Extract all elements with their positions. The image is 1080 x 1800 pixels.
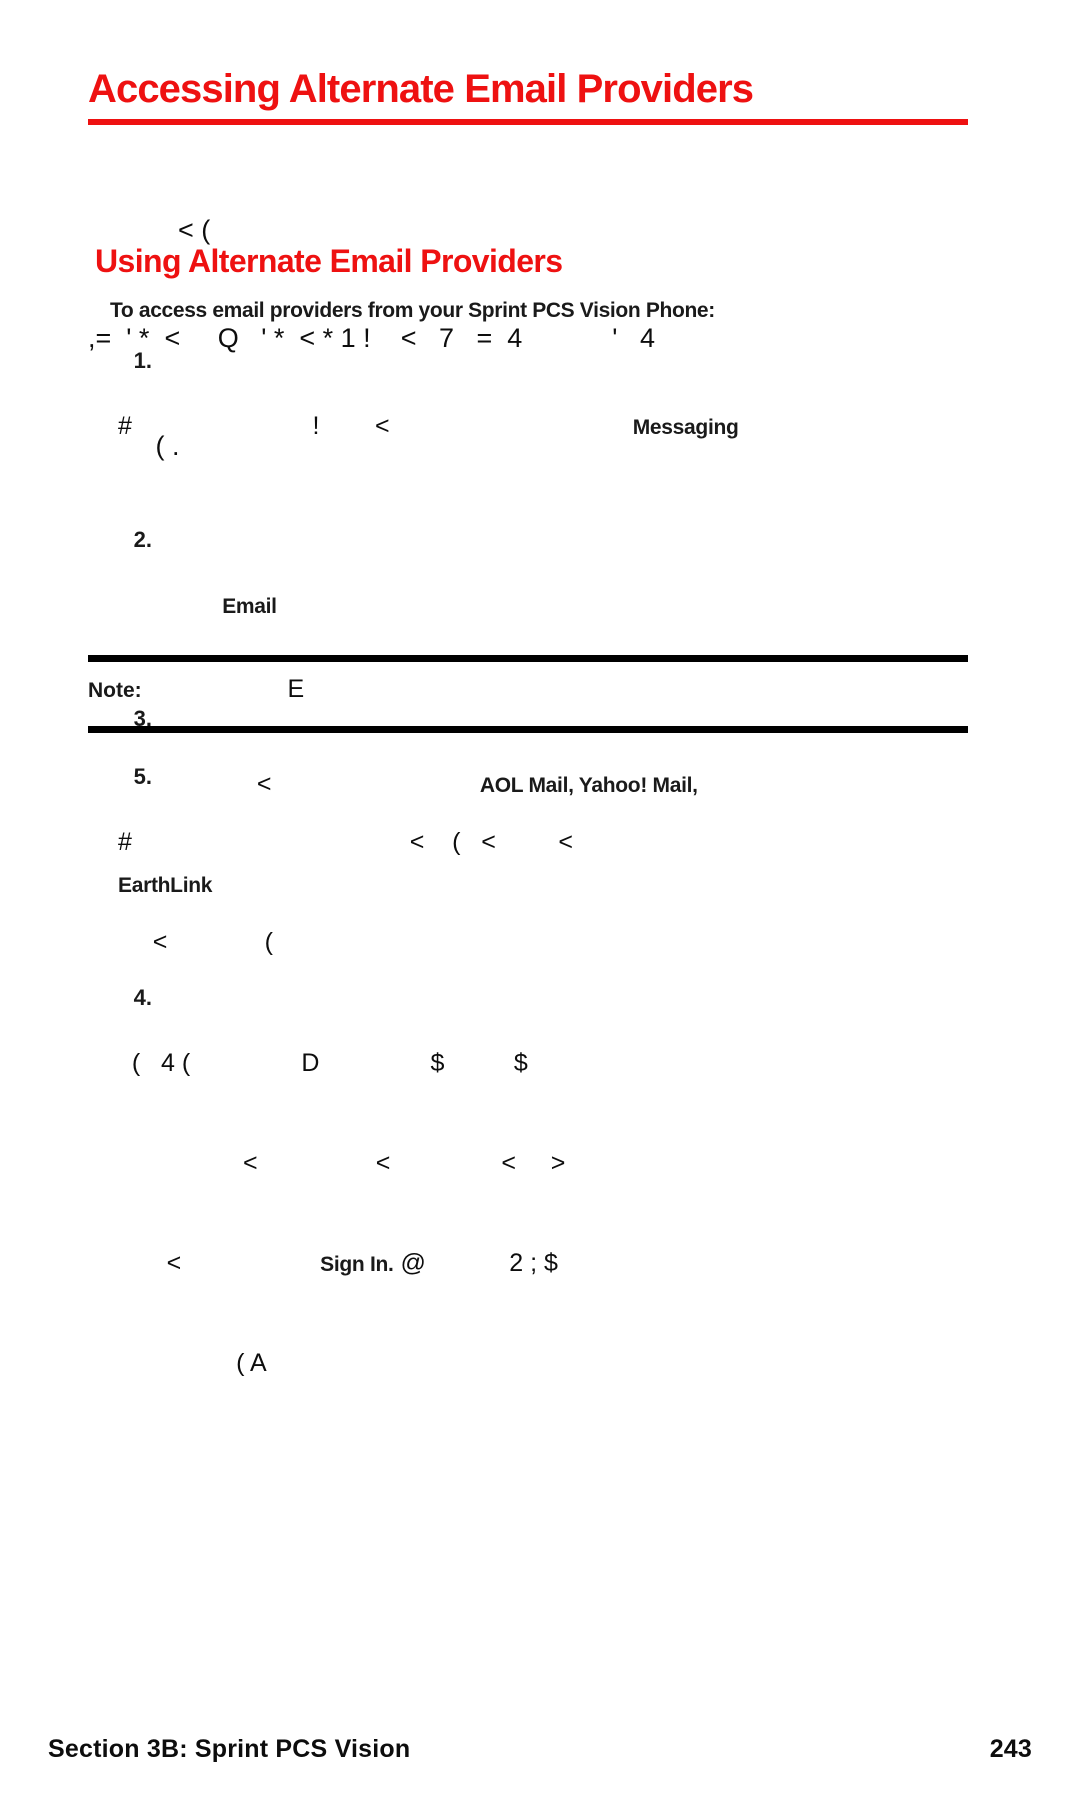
garbled-text: @ 2 ; $ [393, 1249, 558, 1277]
note-callout: Note: E [88, 655, 968, 733]
note-content: Note: E [88, 662, 968, 726]
step-number: 5. [133, 764, 152, 789]
numbered-steps-list-continued: 5. # < ( < < < ( [118, 760, 908, 1039]
garbled-text: ( 4 ( D $ $ [118, 1049, 528, 1077]
page-footer: Section 3B: Sprint PCS Vision 243 [48, 1735, 1032, 1764]
garbled-text: < [118, 1249, 321, 1277]
step-line: Email [118, 589, 908, 623]
step-line: ( A [118, 1347, 908, 1381]
garbled-text: # ! < [118, 412, 633, 440]
page-title: Accessing Alternate Email Providers [88, 67, 754, 111]
step-number: 1. [133, 348, 152, 373]
title-underline-rule [88, 119, 968, 125]
step-line: ( 4 ( D $ $ [118, 1047, 908, 1081]
note-text: E [141, 675, 305, 703]
step-body: # ! < Messaging [118, 379, 908, 507]
step-body: # < ( < < < ( [118, 795, 908, 1023]
procedure-lead-in: To access email providers from your Spri… [110, 299, 715, 322]
step-body: ( 4 ( D $ $ < < < > < Sign In. @ 2 ; $ (… [118, 1016, 908, 1444]
step-line: < < < > [118, 1147, 908, 1181]
page-header: Accessing Alternate Email Providers [88, 68, 968, 125]
footer-page-number: 243 [989, 1735, 1032, 1763]
list-item: 5. # < ( < < < ( [118, 760, 908, 1026]
note-bottom-rule [88, 726, 968, 733]
ui-term: Email [222, 595, 277, 618]
step-line: # < ( < < [118, 826, 908, 860]
section-subheading: Using Alternate Email Providers [95, 243, 563, 279]
list-item: 4. ( 4 ( D $ $ < < < > < Sign In. @ 2 ; … [118, 981, 908, 1447]
garbled-text [118, 591, 222, 619]
step-number: 2. [133, 527, 152, 552]
garbled-text: < < < > [118, 1149, 566, 1177]
footer-section-label: Section 3B: Sprint PCS Vision [48, 1735, 411, 1763]
step-line: < ( [118, 926, 908, 960]
document-page: Accessing Alternate Email Providers < ( … [0, 0, 1080, 1800]
ui-term: Sign In. [320, 1253, 394, 1276]
garbled-text: < ( [118, 928, 273, 956]
list-item: 1. # ! < Messaging [118, 344, 908, 510]
note-label: Note: [88, 679, 142, 702]
garbled-text: # < ( < < [118, 828, 573, 856]
note-top-rule [88, 655, 968, 662]
ui-term: Messaging [632, 416, 739, 439]
step-line: # ! < Messaging [118, 410, 908, 444]
step-line: < Sign In. @ 2 ; $ [118, 1247, 908, 1281]
garbled-text: ( A [118, 1349, 267, 1377]
